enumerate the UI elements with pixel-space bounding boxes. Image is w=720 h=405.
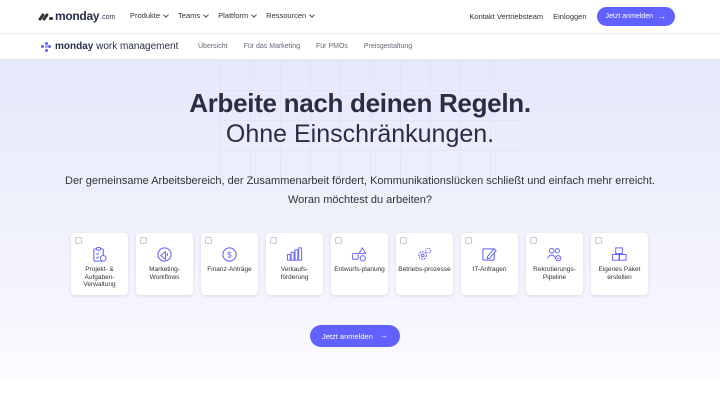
use-case-card-it[interactable]: IT-Anfragen	[461, 233, 518, 295]
blocks-icon	[611, 247, 627, 261]
svg-text:$: $	[227, 251, 232, 261]
edit-icon	[482, 248, 497, 261]
main-menu: Produkte Teams Plattform Ressourcen	[130, 11, 316, 20]
product-subnav: monday work management Übersicht Für das…	[0, 33, 720, 60]
menu-item-teams[interactable]: Teams	[178, 11, 209, 20]
monday-logo-icon	[37, 12, 53, 21]
card-label: Marketing-Workflows	[149, 266, 180, 281]
arrow-right-icon: →	[658, 11, 666, 21]
menu-item-ressourcen[interactable]: Ressourcen	[266, 11, 316, 20]
signup-button[interactable]: Jetzt anmelden →	[596, 7, 675, 26]
hero-signup-button[interactable]: Jetzt anmelden →	[310, 325, 400, 347]
page-bottom	[0, 378, 720, 405]
card-label: Rekrutierungs-Pipeline	[533, 266, 576, 281]
hero-title: Arbeite nach deinen Regeln.	[189, 88, 531, 118]
use-case-card-custom[interactable]: Eigenes Paket erstellen	[591, 233, 648, 295]
card-checkbox[interactable]	[530, 237, 537, 244]
arrow-right-icon: →	[379, 331, 388, 340]
contact-sales-link[interactable]: Kontakt Vertriebsteam	[469, 12, 543, 21]
gears-icon	[418, 247, 432, 260]
use-case-card-sales[interactable]: Verkaufs-förderung	[266, 233, 323, 295]
card-label: Projekt- & Aufgaben-Verwaltung	[83, 266, 116, 288]
chevron-down-icon	[203, 11, 209, 18]
subnav-link-pricing[interactable]: Preisgestaltung	[364, 43, 412, 50]
hero-section: Arbeite nach deinen Regeln. Ohne Einschr…	[0, 60, 720, 378]
card-checkbox[interactable]	[335, 237, 342, 244]
card-checkbox[interactable]	[595, 237, 602, 244]
megaphone-icon	[157, 247, 172, 262]
card-checkbox[interactable]	[205, 237, 212, 244]
card-checkbox[interactable]	[400, 237, 407, 244]
hero-description: Der gemeinsame Arbeitsbereich, der Zusam…	[65, 175, 655, 206]
card-checkbox[interactable]	[140, 237, 147, 244]
sparkle-icon	[41, 41, 51, 52]
logo-suffix: .com	[100, 13, 116, 21]
card-label: Verkaufs-förderung	[280, 266, 309, 281]
dollar-coin-icon: $	[222, 247, 237, 262]
subnav-link-overview[interactable]: Übersicht	[198, 43, 228, 50]
subnav-links: Übersicht Für das Marketing Für PMOs Pre…	[198, 43, 412, 50]
nav-actions: Kontakt Vertriebsteam Einloggen Jetzt an…	[469, 7, 675, 26]
chevron-down-icon	[163, 11, 169, 18]
use-case-cards: Projekt- & Aufgaben-Verwaltung Marketing…	[71, 233, 648, 295]
menu-item-produkte[interactable]: Produkte	[130, 11, 169, 20]
product-name-rest: work management	[93, 41, 179, 52]
use-case-card-design[interactable]: Entwurfs-planung	[331, 233, 388, 295]
card-checkbox[interactable]	[75, 237, 82, 244]
use-case-card-project[interactable]: Projekt- & Aufgaben-Verwaltung	[71, 233, 128, 295]
use-case-card-finance[interactable]: $ Finanz-Anträge	[201, 233, 258, 295]
hero-subtitle: Ohne Einschränkungen.	[225, 120, 495, 148]
chevron-down-icon	[251, 11, 257, 18]
use-case-card-operations[interactable]: Betriebs-prozesse	[396, 233, 453, 295]
card-label: Betriebs-prozesse	[398, 266, 451, 273]
people-icon	[547, 247, 562, 262]
product-name-bold: monday	[55, 41, 94, 52]
use-case-card-recruiting[interactable]: Rekrutierungs-Pipeline	[526, 233, 583, 295]
card-label: Eigenes Paket erstellen	[598, 266, 641, 281]
subnav-link-marketing[interactable]: Für das Marketing	[244, 43, 300, 50]
card-label: IT-Anfragen	[472, 266, 507, 273]
card-checkbox[interactable]	[465, 237, 472, 244]
card-label: Finanz-Anträge	[207, 266, 252, 273]
logo-text: monday	[55, 9, 100, 23]
login-link[interactable]: Einloggen	[553, 12, 586, 21]
card-checkbox[interactable]	[270, 237, 277, 244]
subnav-link-pmos[interactable]: Für PMOs	[316, 43, 348, 50]
bar-chart-icon	[286, 247, 303, 261]
monday-logo[interactable]: monday .com	[37, 9, 116, 23]
chevron-down-icon	[309, 11, 316, 18]
menu-item-plattform[interactable]: Plattform	[218, 11, 257, 20]
clipboard-icon	[93, 246, 107, 262]
shapes-icon	[351, 246, 367, 262]
use-case-card-marketing[interactable]: Marketing-Workflows	[136, 233, 193, 295]
top-navigation: monday .com Produkte Teams Plattform Res…	[0, 0, 720, 33]
card-label: Entwurfs-planung	[334, 266, 385, 273]
work-management-logo[interactable]: monday work management	[41, 41, 178, 52]
